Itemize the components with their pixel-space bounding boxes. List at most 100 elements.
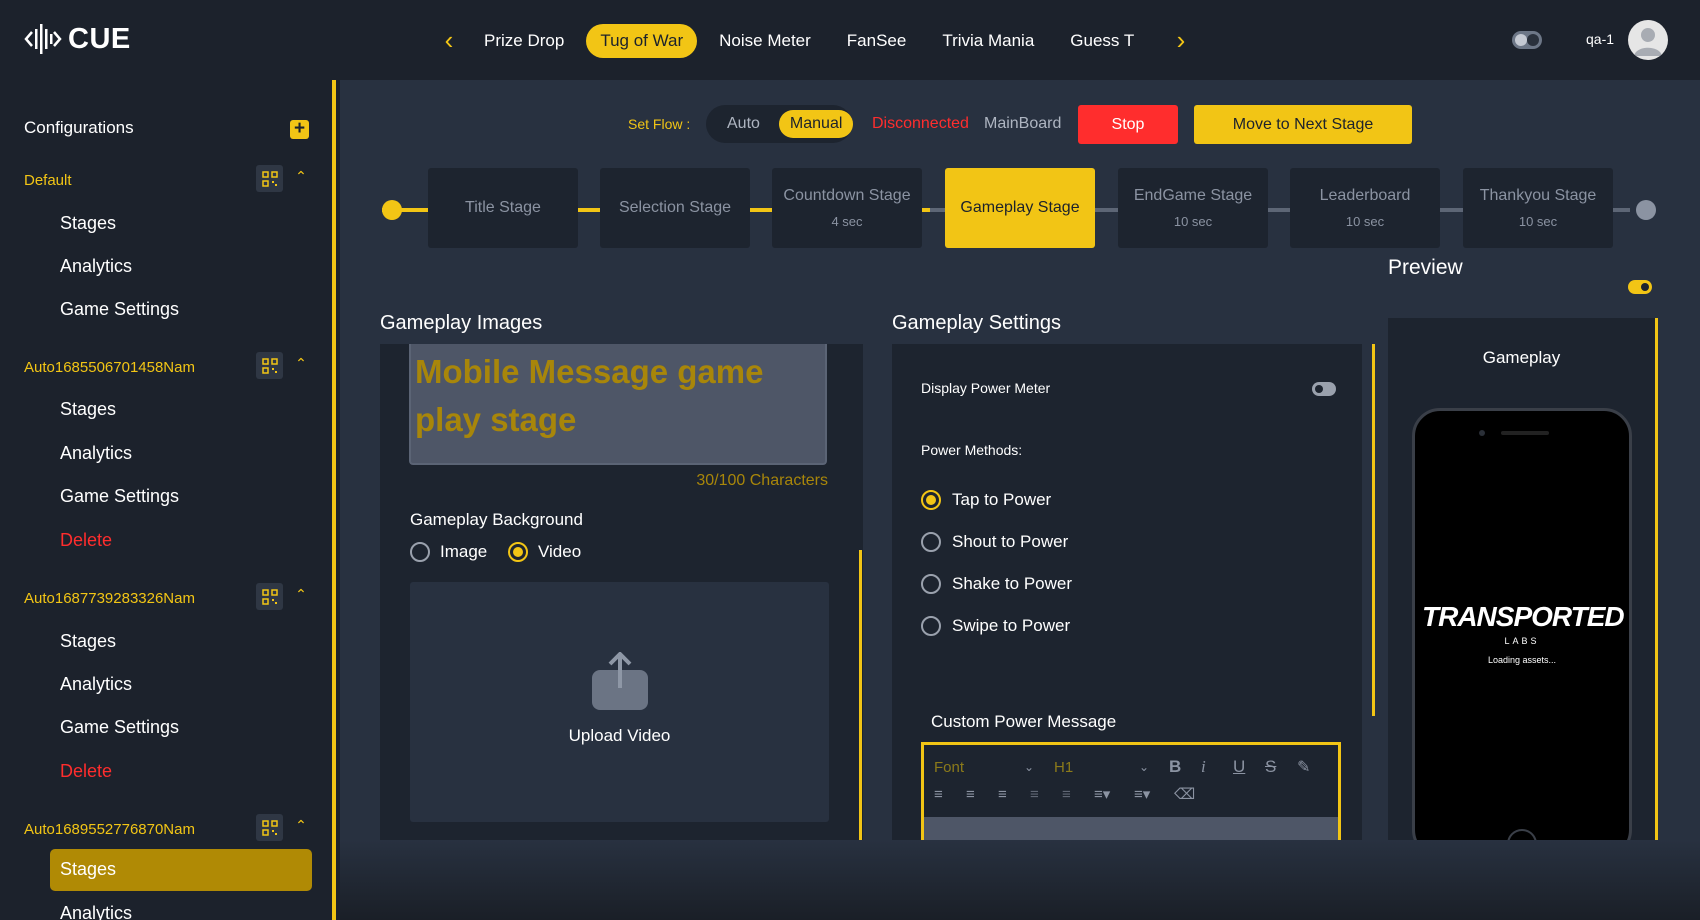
- heading-select[interactable]: H1: [1054, 759, 1139, 776]
- power-method-tap[interactable]: Tap to Power: [921, 490, 1051, 510]
- brush-icon[interactable]: ✎: [1297, 757, 1321, 777]
- app-logo[interactable]: CUE: [24, 20, 131, 58]
- stage-card-thankyou[interactable]: Thankyou Stage 10 sec: [1463, 168, 1613, 248]
- add-configuration-button[interactable]: +: [290, 119, 309, 139]
- config-name[interactable]: Default: [24, 172, 72, 189]
- ordered-list-icon[interactable]: ≡▾: [1094, 785, 1134, 803]
- heading-dropdown-chevron-icon[interactable]: ⌄: [1139, 760, 1169, 774]
- chevron-up-icon[interactable]: ⌃: [293, 586, 309, 602]
- settings-scrollbar[interactable]: [1372, 344, 1375, 716]
- logo-text: CUE: [68, 22, 131, 55]
- font-dropdown-chevron-icon[interactable]: ⌄: [1024, 760, 1054, 774]
- radio-icon[interactable]: [921, 532, 941, 552]
- sidebar-item-delete[interactable]: Delete: [60, 761, 112, 782]
- flow-option-manual[interactable]: Manual: [778, 110, 854, 138]
- outdent-icon[interactable]: ≡: [1030, 786, 1062, 803]
- stage-card-selection[interactable]: Selection Stage: [600, 168, 750, 248]
- chevron-up-icon[interactable]: ⌃: [293, 817, 309, 833]
- radio-icon[interactable]: [921, 616, 941, 636]
- flow-mode-switch[interactable]: Auto Manual: [706, 105, 854, 143]
- stage-card-countdown[interactable]: Countdown Stage 4 sec: [772, 168, 922, 248]
- unordered-list-icon[interactable]: ≡▾: [1134, 785, 1174, 803]
- mobile-message-input[interactable]: Mobile Message game play stage: [409, 344, 827, 465]
- power-method-swipe[interactable]: Swipe to Power: [921, 616, 1070, 636]
- qr-code-icon[interactable]: [256, 814, 283, 841]
- brand-logo-subtext: LABS: [1504, 636, 1540, 646]
- stage-card-title[interactable]: Title Stage: [428, 168, 578, 248]
- chevron-up-icon[interactable]: ⌃: [293, 355, 309, 371]
- sidebar-item-stages[interactable]: Stages: [60, 399, 116, 420]
- stage-duration: 10 sec: [1345, 214, 1385, 229]
- qr-code-icon[interactable]: [256, 165, 283, 192]
- display-power-meter-toggle[interactable]: [1312, 382, 1336, 396]
- sidebar-item-stages[interactable]: Stages: [60, 631, 116, 652]
- config-name[interactable]: Auto1685506701458Nam: [24, 359, 195, 376]
- sidebar-item-delete[interactable]: Delete: [60, 530, 112, 551]
- stage-name: Title Stage: [465, 199, 541, 216]
- italic-icon[interactable]: i: [1201, 757, 1233, 777]
- sidebar-item-analytics[interactable]: Analytics: [60, 903, 132, 920]
- tab-noise-meter[interactable]: Noise Meter: [705, 24, 825, 58]
- align-center-icon[interactable]: ≡: [966, 786, 998, 803]
- qr-code-icon[interactable]: [256, 352, 283, 379]
- images-scrollbar[interactable]: [859, 550, 862, 840]
- editor-text-area[interactable]: [924, 817, 1338, 840]
- sidebar-item-analytics[interactable]: Analytics: [60, 256, 132, 277]
- phone-screen: TRANSPORTED LABS Loading assets...: [1422, 451, 1625, 816]
- theme-toggle[interactable]: [1512, 31, 1542, 49]
- indent-icon[interactable]: ≡: [1062, 786, 1094, 803]
- sidebar-item-stages-active[interactable]: Stages: [50, 849, 312, 891]
- gameplay-images-panel: Mobile Message game play stage 30/100 Ch…: [380, 344, 863, 840]
- radio-icon[interactable]: [508, 542, 528, 562]
- stage-name: Thankyou Stage: [1479, 187, 1597, 204]
- stop-button[interactable]: Stop: [1078, 105, 1178, 144]
- stage-card-leaderboard[interactable]: Leaderboard 10 sec: [1290, 168, 1440, 248]
- config-name[interactable]: Auto1689552776870Nam: [24, 821, 195, 838]
- config-name[interactable]: Auto1687739283326Nam: [24, 590, 195, 607]
- bold-icon[interactable]: B: [1169, 757, 1201, 777]
- radio-icon[interactable]: [410, 542, 430, 562]
- power-method-shout[interactable]: Shout to Power: [921, 532, 1068, 552]
- waveform-logo-icon: [24, 24, 62, 54]
- preview-toggle[interactable]: [1628, 280, 1652, 294]
- main-content: Set Flow : Auto Manual Disconnected Main…: [340, 80, 1700, 920]
- power-method-label: Tap to Power: [952, 490, 1052, 509]
- background-option-video[interactable]: Video: [508, 542, 581, 562]
- underline-icon[interactable]: U: [1233, 757, 1265, 777]
- font-select[interactable]: Font: [934, 759, 1024, 776]
- sidebar-title: Configurations: [24, 118, 134, 137]
- chevron-right-icon[interactable]: ›: [1169, 26, 1193, 54]
- eraser-icon[interactable]: ⌫: [1174, 785, 1206, 803]
- sidebar-item-game-settings[interactable]: Game Settings: [60, 486, 179, 507]
- tab-prize-drop[interactable]: Prize Drop: [470, 24, 578, 58]
- strikethrough-icon[interactable]: S: [1265, 757, 1297, 777]
- align-left-icon[interactable]: ≡: [934, 786, 966, 803]
- upload-video-dropzone[interactable]: Upload Video: [410, 582, 829, 822]
- user-avatar-icon[interactable]: [1628, 20, 1668, 60]
- tab-trivia-mania[interactable]: Trivia Mania: [928, 24, 1048, 58]
- sidebar: Configurations + Default ⌃ Stages Analyt…: [0, 80, 336, 920]
- sidebar-item-stages[interactable]: Stages: [60, 213, 116, 234]
- radio-icon[interactable]: [921, 574, 941, 594]
- chevron-left-icon[interactable]: ‹: [437, 26, 461, 54]
- stage-card-endgame[interactable]: EndGame Stage 10 sec: [1118, 168, 1268, 248]
- power-method-shake[interactable]: Shake to Power: [921, 574, 1072, 594]
- stage-name: Countdown Stage: [783, 187, 911, 204]
- tab-guess[interactable]: Guess T: [1056, 24, 1148, 58]
- background-option-image[interactable]: Image: [410, 542, 487, 562]
- sidebar-item-game-settings[interactable]: Game Settings: [60, 299, 179, 320]
- radio-icon[interactable]: [921, 490, 941, 510]
- sidebar-item-analytics[interactable]: Analytics: [60, 443, 132, 464]
- sidebar-item-analytics[interactable]: Analytics: [60, 674, 132, 695]
- next-stage-button[interactable]: Move to Next Stage: [1194, 105, 1412, 144]
- chevron-up-icon[interactable]: ⌃: [293, 168, 309, 184]
- qr-code-icon[interactable]: [256, 583, 283, 610]
- phone-mockup: TRANSPORTED LABS Loading assets...: [1412, 408, 1632, 840]
- tab-tug-of-war[interactable]: Tug of War: [586, 24, 698, 58]
- preview-panel: Gameplay TRANSPORTED LABS Loading assets…: [1388, 318, 1658, 840]
- sidebar-item-game-settings[interactable]: Game Settings: [60, 717, 179, 738]
- align-right-icon[interactable]: ≡: [998, 786, 1030, 803]
- stage-card-gameplay[interactable]: Gameplay Stage: [945, 168, 1095, 248]
- tab-fansee[interactable]: FanSee: [833, 24, 921, 58]
- flow-option-auto[interactable]: Auto: [716, 110, 771, 138]
